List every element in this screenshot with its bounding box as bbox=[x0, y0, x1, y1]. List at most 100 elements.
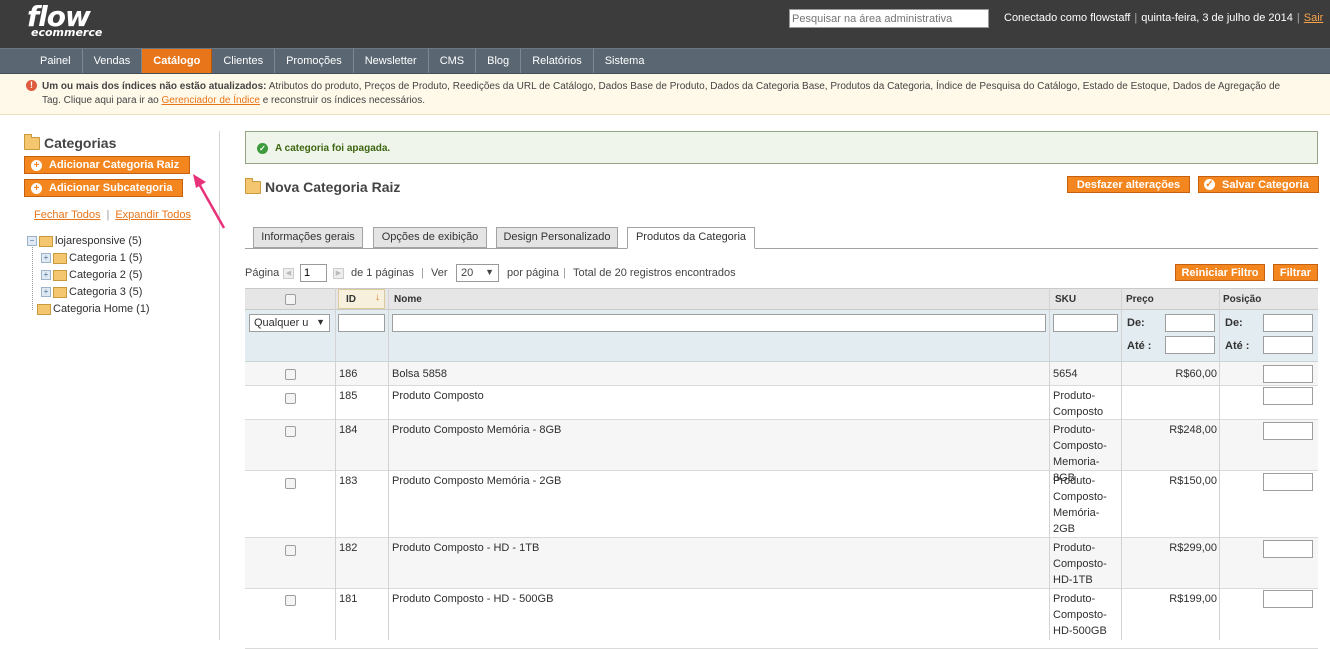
tab-category-products[interactable]: Produtos da Categoria bbox=[627, 227, 755, 249]
current-date: quinta-feira, 3 de julho de 2014 bbox=[1141, 12, 1293, 24]
position-column-header[interactable]: Posição bbox=[1223, 294, 1261, 305]
table-row[interactable]: 185 Produto Composto Produto-Composto bbox=[245, 386, 1318, 420]
sku-column-header[interactable]: SKU bbox=[1055, 294, 1076, 305]
row-position-input[interactable] bbox=[1263, 473, 1313, 491]
add-root-category-button[interactable]: + Adicionar Categoria Raiz bbox=[24, 156, 190, 174]
nav-item-vendas[interactable]: Vendas bbox=[83, 49, 143, 73]
nav-item-clientes[interactable]: Clientes bbox=[212, 49, 276, 73]
header-info: Conectado como flowstaff | quinta-feira, 3… bbox=[1004, 12, 1324, 24]
row-price: R$60,00 bbox=[1175, 368, 1217, 380]
nav-item-sistema[interactable]: Sistema bbox=[594, 49, 656, 73]
row-sku: Produto-Composto-HD-500GB bbox=[1053, 593, 1107, 637]
filter-button[interactable]: Filtrar bbox=[1273, 264, 1318, 281]
table-row[interactable]: 186 Bolsa 5858 5654 R$60,00 bbox=[245, 362, 1318, 386]
tree-node-categoria-3[interactable]: + Categoria 3 (5) bbox=[41, 285, 142, 299]
row-checkbox[interactable] bbox=[285, 393, 296, 404]
row-sku: Produto-Composto bbox=[1053, 390, 1104, 418]
tree-node-categoria-1[interactable]: + Categoria 1 (5) bbox=[41, 251, 142, 265]
table-row[interactable]: 184 Produto Composto Memória - 8GB Produ… bbox=[245, 420, 1318, 484]
expand-all-link[interactable]: Expandir Todos bbox=[115, 209, 191, 221]
price-from-input[interactable] bbox=[1165, 314, 1215, 332]
column-divider bbox=[1049, 288, 1050, 640]
nav-item-relatorios[interactable]: Relatórios bbox=[521, 49, 594, 73]
price-from-label: De: bbox=[1127, 317, 1145, 329]
row-position-input[interactable] bbox=[1263, 540, 1313, 558]
nav-item-painel[interactable]: Painel bbox=[29, 49, 83, 73]
sku-filter-input[interactable] bbox=[1053, 314, 1118, 332]
tree-node-categoria-2[interactable]: + Categoria 2 (5) bbox=[41, 268, 142, 282]
main-nav: Painel Vendas Catálogo Clientes Promoçõe… bbox=[0, 48, 1330, 74]
row-id: 181 bbox=[339, 593, 358, 605]
table-row[interactable]: 181 Produto Composto - HD - 500GB Produt… bbox=[245, 589, 1318, 649]
save-category-button[interactable]: ✓ Salvar Categoria bbox=[1198, 176, 1319, 193]
folder-icon bbox=[39, 235, 53, 247]
tree-node-root[interactable]: − lojaresponsive (5) bbox=[27, 234, 142, 248]
tab-custom-design[interactable]: Design Personalizado bbox=[496, 227, 618, 248]
reset-filter-button[interactable]: Reiniciar Filtro bbox=[1175, 264, 1265, 281]
name-filter-input[interactable] bbox=[392, 314, 1046, 332]
page-title-text: Nova Categoria Raiz bbox=[265, 179, 401, 195]
table-row[interactable]: 183 Produto Composto Memória - 2GB Produ… bbox=[245, 471, 1318, 538]
nav-item-cms[interactable]: CMS bbox=[429, 49, 477, 73]
nav-item-catalogo[interactable]: Catálogo bbox=[142, 49, 213, 73]
row-checkbox[interactable] bbox=[285, 426, 296, 437]
grid-header: ID ↓ Nome SKU Preço Posição bbox=[245, 288, 1318, 310]
position-to-input[interactable] bbox=[1263, 336, 1313, 354]
column-divider bbox=[335, 288, 336, 640]
row-checkbox[interactable] bbox=[285, 478, 296, 489]
prev-page-icon[interactable]: ◀ bbox=[283, 268, 294, 279]
save-label: Salvar Categoria bbox=[1222, 178, 1309, 191]
row-position-input[interactable] bbox=[1263, 590, 1313, 608]
reset-filter-label: Reiniciar Filtro bbox=[1181, 266, 1259, 279]
nav-item-blog[interactable]: Blog bbox=[476, 49, 522, 73]
nav-item-newsletter[interactable]: Newsletter bbox=[354, 49, 429, 73]
index-manager-link[interactable]: Gerenciador de Índice bbox=[162, 95, 260, 106]
tab-general-info[interactable]: Informações gerais bbox=[253, 227, 363, 248]
price-column-header[interactable]: Preço bbox=[1126, 294, 1154, 305]
collapse-icon[interactable]: − bbox=[27, 236, 37, 246]
price-to-input[interactable] bbox=[1165, 336, 1215, 354]
row-checkbox[interactable] bbox=[285, 545, 296, 556]
logout-link[interactable]: Sair bbox=[1304, 12, 1324, 24]
row-name: Produto Composto bbox=[392, 390, 484, 402]
row-checkbox[interactable] bbox=[285, 595, 296, 606]
tree-node-label: Categoria Home (1) bbox=[53, 303, 150, 315]
name-column-header[interactable]: Nome bbox=[394, 294, 422, 305]
position-from-input[interactable] bbox=[1263, 314, 1313, 332]
row-position-input[interactable] bbox=[1263, 387, 1313, 405]
row-price: R$248,00 bbox=[1169, 424, 1217, 436]
grid-filter-row: Qualquer u ▼ De: Até : De: Até : bbox=[245, 310, 1318, 362]
success-message: ✓ A categoria foi apagada. bbox=[245, 131, 1318, 164]
select-all-checkbox[interactable] bbox=[285, 294, 296, 305]
table-row[interactable]: 182 Produto Composto - HD - 1TB Produto-… bbox=[245, 538, 1318, 589]
success-text: A categoria foi apagada. bbox=[275, 143, 391, 154]
tree-node-categoria-home[interactable]: Categoria Home (1) bbox=[37, 302, 150, 316]
row-id: 182 bbox=[339, 542, 358, 554]
tab-display-options[interactable]: Opções de exibição bbox=[373, 227, 487, 248]
id-filter-input[interactable] bbox=[338, 314, 385, 332]
logo[interactable]: flow ecommerce bbox=[27, 3, 103, 39]
row-position-input[interactable] bbox=[1263, 365, 1313, 383]
check-circle-icon: ✓ bbox=[1204, 179, 1215, 190]
expand-icon[interactable]: + bbox=[41, 287, 51, 297]
index-notice: ! Um ou mais dos índices não estão atual… bbox=[0, 74, 1330, 115]
nav-item-promocoes[interactable]: Promoções bbox=[275, 49, 354, 73]
row-position-input[interactable] bbox=[1263, 422, 1313, 440]
page-number-input[interactable] bbox=[300, 264, 327, 282]
undo-changes-button[interactable]: Desfazer alterações bbox=[1067, 176, 1190, 193]
row-checkbox[interactable] bbox=[285, 369, 296, 380]
undo-label: Desfazer alterações bbox=[1076, 178, 1181, 191]
sidebar-title: Categorias bbox=[24, 133, 116, 151]
expand-icon[interactable]: + bbox=[41, 253, 51, 263]
expand-icon[interactable]: + bbox=[41, 270, 51, 280]
add-subcategory-button[interactable]: + Adicionar Subcategoria bbox=[24, 179, 183, 197]
collapse-all-link[interactable]: Fechar Todos bbox=[34, 209, 100, 221]
position-to-label: Até : bbox=[1225, 340, 1250, 352]
id-column-header[interactable]: ID ↓ bbox=[338, 289, 385, 309]
tree-links: Fechar Todos | Expandir Todos bbox=[34, 209, 191, 221]
per-page-select[interactable]: 20 ▼ bbox=[456, 264, 499, 282]
next-page-icon[interactable]: ▶ bbox=[333, 268, 344, 279]
global-search-input[interactable] bbox=[789, 9, 989, 28]
logo-sub-text: ecommerce bbox=[31, 26, 103, 39]
in-category-filter-select[interactable]: Qualquer u ▼ bbox=[249, 314, 330, 332]
